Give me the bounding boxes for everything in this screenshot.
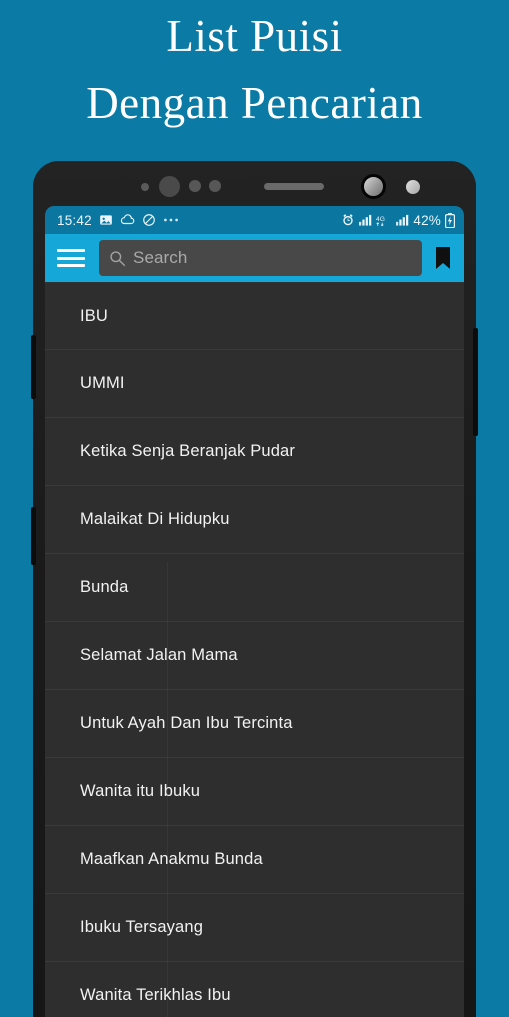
list-item[interactable]: Maafkan Anakmu Bunda: [45, 826, 464, 894]
search-placeholder: Search: [133, 248, 188, 267]
promo-title-line-2: Dengan Pencarian: [86, 78, 423, 128]
proximity-sensor-icon: [159, 176, 180, 197]
signal-bars-2-icon: [396, 214, 409, 226]
list-item-title: Ketika Senja Beranjak Pudar: [80, 442, 296, 460]
list-item[interactable]: Selamat Jalan Mama: [45, 622, 464, 690]
alarm-icon: [341, 213, 355, 227]
volume-up-button[interactable]: [31, 335, 36, 399]
poem-list[interactable]: IBU UMMI Ketika Senja Beranjak Pudar Mal…: [45, 282, 464, 1017]
status-bar-clock: 15:42: [57, 212, 92, 228]
earpiece-speaker-icon: [264, 183, 324, 190]
promo-heading: List Puisi Dengan Pencarian: [0, 0, 509, 160]
hamburger-menu-icon[interactable]: [57, 247, 85, 269]
list-item-title: Bunda: [80, 578, 129, 596]
phone-screen: 15:42 4G 42% Search IBU UMMI Ketika Senj…: [45, 206, 464, 1017]
list-item-title: Untuk Ayah Dan Ibu Tercinta: [80, 714, 293, 732]
screenshot-root: List Puisi Dengan Pencarian 15:42 4G 42%…: [0, 0, 509, 1017]
list-item-title: Malaikat Di Hidupku: [80, 510, 230, 528]
list-item-title: Selamat Jalan Mama: [80, 646, 238, 664]
list-item-title: IBU: [80, 306, 108, 325]
list-item[interactable]: UMMI: [45, 350, 464, 418]
do-not-disturb-icon: [142, 213, 156, 227]
list-item-title: UMMI: [80, 374, 125, 392]
list-item-title: Maafkan Anakmu Bunda: [80, 850, 263, 868]
phone-device-mockup: 15:42 4G 42% Search IBU UMMI Ketika Senj…: [31, 161, 478, 1017]
list-item[interactable]: Wanita itu Ibuku: [45, 758, 464, 826]
battery-icon: [445, 212, 456, 228]
power-button[interactable]: [473, 328, 478, 436]
sensor-dot-icon: [141, 183, 149, 191]
list-item[interactable]: Ketika Senja Beranjak Pudar: [45, 418, 464, 486]
android-status-bar: 15:42 4G 42%: [45, 206, 464, 234]
list-item[interactable]: Malaikat Di Hidupku: [45, 486, 464, 554]
svg-text:4G: 4G: [376, 215, 385, 222]
status-bar-left-group: 15:42: [57, 213, 179, 228]
list-item[interactable]: Untuk Ayah Dan Ibu Tercinta: [45, 690, 464, 758]
list-item-title: Wanita itu Ibuku: [80, 782, 201, 800]
cloud-icon: [120, 213, 135, 227]
4g-network-icon: 4G: [376, 214, 392, 227]
bookmark-icon[interactable]: [432, 245, 454, 271]
front-camera-icon: [361, 174, 386, 199]
volume-down-button[interactable]: [31, 507, 36, 565]
list-item[interactable]: Wanita Terikhlas Ibu: [45, 962, 464, 1017]
search-icon: [109, 250, 126, 267]
app-toolbar: Search: [45, 234, 464, 282]
promo-title-line-1: List Puisi: [166, 11, 343, 61]
sensor-dot-2-icon: [189, 180, 201, 192]
list-item[interactable]: Bunda: [45, 554, 464, 622]
search-input[interactable]: Search: [99, 240, 422, 276]
sensor-dot-3-icon: [209, 180, 221, 192]
status-bar-right-group: 4G 42%: [341, 212, 456, 228]
list-item[interactable]: Ibuku Tersayang: [45, 894, 464, 962]
signal-bars-icon: [359, 214, 372, 226]
led-indicator-icon: [406, 180, 420, 194]
list-item-title: Wanita Terikhlas Ibu: [80, 986, 231, 1004]
more-icon: [163, 217, 179, 223]
list-item-title: Ibuku Tersayang: [80, 918, 204, 936]
image-icon: [99, 213, 113, 227]
battery-percent-label: 42%: [413, 212, 441, 228]
list-item[interactable]: IBU: [45, 282, 464, 350]
